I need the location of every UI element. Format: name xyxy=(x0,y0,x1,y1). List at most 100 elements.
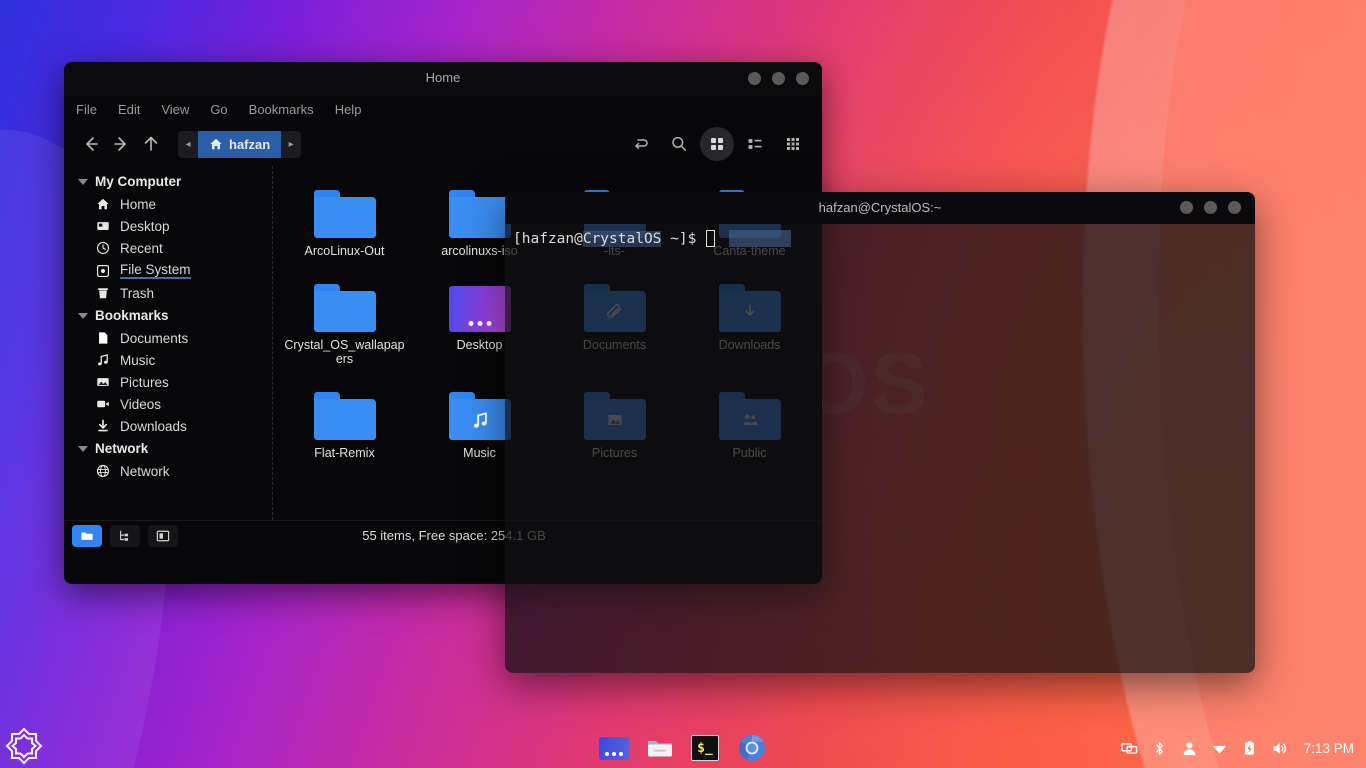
terminal-prompt-line: [hafzan@CrystalOS ~]$ xyxy=(513,230,1247,247)
sidebar-item-music[interactable]: Music xyxy=(64,349,272,371)
window-controls[interactable] xyxy=(748,72,809,85)
file-label: ArcoLinux-Out xyxy=(277,244,412,258)
menu-go[interactable]: Go xyxy=(210,102,227,117)
home-icon xyxy=(209,137,223,151)
sidebar-group-my-computer[interactable]: My Computer xyxy=(64,170,272,193)
sidebar-item-trash[interactable]: Trash xyxy=(64,282,272,304)
menu-bar[interactable]: File Edit View Go Bookmarks Help xyxy=(64,96,822,122)
minimize-button[interactable] xyxy=(1180,201,1193,214)
menu-bookmarks[interactable]: Bookmarks xyxy=(249,102,314,117)
display-icon[interactable] xyxy=(1121,740,1138,757)
prompt-hostname: CrystalOS xyxy=(583,231,662,247)
maximize-button[interactable] xyxy=(772,72,785,85)
minimize-button[interactable] xyxy=(748,72,761,85)
sidebar-group-network[interactable]: Network xyxy=(64,437,272,460)
sidebar-item-label: Documents xyxy=(120,331,188,346)
sidebar-item-network[interactable]: Network xyxy=(64,460,272,482)
sidebar-item-recent[interactable]: Recent xyxy=(64,237,272,259)
sidebar-item-label: Pictures xyxy=(120,375,169,390)
toolbar[interactable]: ◂ hafzan ▸ xyxy=(64,122,822,166)
terminal-window[interactable]: hafzan@CrystalOS:~ [hafzan@CrystalOS ~]$ xyxy=(505,192,1255,673)
close-button[interactable] xyxy=(1228,201,1241,214)
collapse-sidebar-icon[interactable] xyxy=(148,525,178,547)
sidebar-item-pictures[interactable]: Pictures xyxy=(64,371,272,393)
wifi-icon[interactable] xyxy=(1211,740,1228,757)
sidebar-item-label: Desktop xyxy=(120,219,170,234)
terminal-window-controls[interactable] xyxy=(1180,201,1241,214)
breadcrumb-item-hafzan[interactable]: hafzan xyxy=(198,131,281,158)
drive-icon xyxy=(95,263,111,279)
compact-view-icon[interactable] xyxy=(776,127,810,161)
icon-view-icon[interactable] xyxy=(700,127,734,161)
volume-icon[interactable] xyxy=(1271,740,1288,757)
battery-charging-icon[interactable] xyxy=(1241,740,1258,757)
system-tray[interactable]: 7:13 PM xyxy=(1121,740,1354,757)
forward-arrow-icon[interactable] xyxy=(106,129,136,159)
menu-file[interactable]: File xyxy=(76,102,97,117)
toolbar-right-buttons[interactable] xyxy=(624,127,810,161)
sidebar-item-file-system[interactable]: File System xyxy=(64,259,272,282)
breadcrumb-right-arrow-icon[interactable]: ▸ xyxy=(281,131,301,158)
user-icon[interactable] xyxy=(1181,740,1198,757)
sidebar-item-downloads[interactable]: Downloads xyxy=(64,415,272,437)
image-icon xyxy=(95,374,111,390)
sidebar-item-label: Downloads xyxy=(120,419,187,434)
globe-icon xyxy=(95,463,111,479)
sidebar-item-label: Network xyxy=(120,464,170,479)
sidebar-item-home[interactable]: Home xyxy=(64,193,272,215)
sidebar[interactable]: My Computer Home Desktop xyxy=(64,166,272,520)
list-view-icon[interactable] xyxy=(738,127,772,161)
sidebar-item-label: File System xyxy=(120,262,191,279)
chevron-down-icon xyxy=(78,179,88,185)
tree-mode-icon[interactable] xyxy=(110,525,140,547)
file-item[interactable]: Flat-Remix xyxy=(277,382,412,460)
sidebar-item-label: Home xyxy=(120,197,156,212)
chevron-down-icon xyxy=(78,313,88,319)
menu-edit[interactable]: Edit xyxy=(118,102,140,117)
terminal-body[interactable]: [hafzan@CrystalOS ~]$ xyxy=(505,224,1255,673)
file-manager-icon[interactable] xyxy=(645,733,675,763)
file-label: Flat-Remix xyxy=(277,446,412,460)
prompt-prefix: [hafzan@ xyxy=(513,231,583,247)
music-note-icon xyxy=(95,352,111,368)
bluetooth-icon[interactable] xyxy=(1151,740,1168,757)
breadcrumb-left-arrow-icon[interactable]: ◂ xyxy=(178,131,198,158)
places-mode-icon[interactable] xyxy=(72,525,102,547)
sidebar-group-label: Bookmarks xyxy=(95,308,169,323)
breadcrumb[interactable]: ◂ hafzan ▸ xyxy=(178,131,301,158)
download-icon xyxy=(95,418,111,434)
folder-icon xyxy=(277,382,412,440)
taskbar-apps[interactable]: $_ xyxy=(599,733,767,763)
sidebar-group-bookmarks[interactable]: Bookmarks xyxy=(64,304,272,327)
folder-icon xyxy=(277,180,412,238)
home-icon xyxy=(95,196,111,212)
file-item[interactable]: ArcoLinux-Out xyxy=(277,180,412,258)
document-icon xyxy=(95,330,111,346)
terminal-titlebar[interactable]: hafzan@CrystalOS:~ xyxy=(505,192,1255,224)
sidebar-group-label: Network xyxy=(95,441,148,456)
sidebar-item-desktop[interactable]: Desktop xyxy=(64,215,272,237)
taskbar[interactable]: $_ xyxy=(0,728,1366,768)
desktop[interactable]: Crystal OS Home File Edit View Go Bookma… xyxy=(0,0,1366,768)
maximize-button[interactable] xyxy=(1204,201,1217,214)
menu-view[interactable]: View xyxy=(161,102,189,117)
sidebar-item-label: Music xyxy=(120,353,155,368)
file-item[interactable]: Crystal_OS_wallapapers xyxy=(277,274,412,366)
chevron-down-icon xyxy=(78,446,88,452)
back-arrow-icon[interactable] xyxy=(76,129,106,159)
terminal-icon[interactable]: $_ xyxy=(691,733,721,763)
reload-icon[interactable] xyxy=(624,127,658,161)
terminal-title: hafzan@CrystalOS:~ xyxy=(505,200,1255,215)
clock-icon xyxy=(95,240,111,256)
window-title: Home xyxy=(64,70,822,85)
sidebar-item-documents[interactable]: Documents xyxy=(64,327,272,349)
menu-help[interactable]: Help xyxy=(335,102,362,117)
file-manager-titlebar[interactable]: Home xyxy=(64,62,822,96)
close-button[interactable] xyxy=(796,72,809,85)
chromium-icon[interactable] xyxy=(737,733,767,763)
search-icon[interactable] xyxy=(662,127,696,161)
clock[interactable]: 7:13 PM xyxy=(1304,741,1354,756)
up-arrow-icon[interactable] xyxy=(136,129,166,159)
show-desktop-icon[interactable] xyxy=(599,733,629,763)
sidebar-item-videos[interactable]: Videos xyxy=(64,393,272,415)
